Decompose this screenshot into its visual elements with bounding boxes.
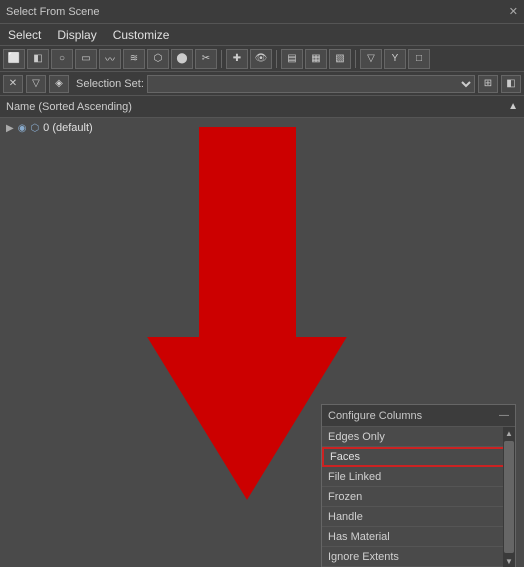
tb-cross-btn[interactable]: ✚	[226, 49, 248, 69]
toolbar1: ⬜ ◧ ○ ▭ 〰 ≋ ⬡ ⬤ ✂ ✚ 👁 ▤ ▦ ▧ ▽ Y □	[0, 46, 524, 72]
tb-wave-btn[interactable]: 〰	[99, 49, 121, 69]
toolbar2: ✕ ▽ ◈ Selection Set: ⊞ ◧	[0, 72, 524, 96]
tb-fence-btn[interactable]: ≋	[123, 49, 145, 69]
toolbar-separator	[221, 50, 222, 68]
visibility-icon: ◉	[18, 123, 27, 134]
tb-circle-btn[interactable]: ○	[51, 49, 73, 69]
selection-set-dropdown[interactable]	[147, 75, 475, 93]
cfg-item-has-material[interactable]: Has Material	[322, 527, 515, 547]
tb-grid-btn[interactable]: ▦	[305, 49, 327, 69]
configure-close-button[interactable]: —	[499, 410, 509, 421]
tb-cut-btn[interactable]: ✂	[195, 49, 217, 69]
menu-select[interactable]: Select	[4, 26, 45, 44]
toolbar-separator3	[355, 50, 356, 68]
cfg-item-handle[interactable]: Handle	[322, 507, 515, 527]
sort-arrow-icon[interactable]: ▲	[508, 101, 518, 112]
configure-title-bar: Configure Columns —	[322, 405, 515, 427]
window-title: Select From Scene	[6, 6, 100, 18]
configure-columns-panel: Configure Columns — Edges Only Faces Fil…	[321, 404, 516, 567]
scroll-up-arrow[interactable]: ▲	[503, 427, 515, 439]
clear-button[interactable]: ✕	[3, 75, 23, 93]
title-bar: Select From Scene ✕	[0, 0, 524, 24]
tb-select-btn[interactable]: ◧	[27, 49, 49, 69]
tb-filter-btn[interactable]: ▽	[360, 49, 382, 69]
close-button[interactable]: ✕	[509, 5, 518, 18]
add-selection-btn[interactable]: ⊞	[478, 75, 498, 93]
column-header: Name (Sorted Ascending) ▲	[0, 96, 524, 118]
item-label: 0 (default)	[43, 122, 93, 134]
expand-arrow-icon: ▶	[6, 123, 14, 134]
configure-scrollbar[interactable]: ▲ ▼	[503, 427, 515, 567]
menu-bar: Select Display Customize	[0, 24, 524, 46]
tb-rect-btn[interactable]: ▭	[75, 49, 97, 69]
filter-button[interactable]: ▽	[26, 75, 46, 93]
menu-display[interactable]: Display	[53, 26, 100, 44]
selection-set-label: Selection Set:	[76, 78, 144, 90]
menu-customize[interactable]: Customize	[109, 26, 174, 44]
tb-all-btn[interactable]: ⬜	[3, 49, 25, 69]
cfg-item-faces[interactable]: Faces	[322, 447, 515, 467]
scroll-down-arrow[interactable]: ▼	[503, 555, 515, 567]
layer-icon: ⬡	[30, 123, 39, 134]
tb-hex-btn[interactable]: ⬡	[147, 49, 169, 69]
cfg-item-frozen[interactable]: Frozen	[322, 487, 515, 507]
tb-eye-btn[interactable]: 👁	[250, 49, 272, 69]
tb-square-btn[interactable]: □	[408, 49, 430, 69]
manage-selection-btn[interactable]: ◧	[501, 75, 521, 93]
tb-grid2-btn[interactable]: ▧	[329, 49, 351, 69]
toolbar-separator2	[276, 50, 277, 68]
cfg-item-ignore-extents[interactable]: Ignore Extents	[322, 547, 515, 567]
configure-list: Edges Only Faces File Linked Frozen Hand…	[322, 427, 515, 567]
main-list-area: ▶ ◉ ⬡ 0 (default) Configure Columns — Ed…	[0, 118, 524, 567]
cfg-item-file-linked[interactable]: File Linked	[322, 467, 515, 487]
column-header-text: Name (Sorted Ascending)	[6, 101, 508, 113]
configure-title: Configure Columns	[328, 410, 499, 422]
scroll-thumb[interactable]	[504, 441, 514, 553]
tb-y-btn[interactable]: Y	[384, 49, 406, 69]
tb-dot-btn[interactable]: ⬤	[171, 49, 193, 69]
layer-button[interactable]: ◈	[49, 75, 69, 93]
list-item[interactable]: ▶ ◉ ⬡ 0 (default)	[0, 118, 524, 138]
tb-lines-btn[interactable]: ▤	[281, 49, 303, 69]
cfg-item-edges-only[interactable]: Edges Only	[322, 427, 515, 447]
